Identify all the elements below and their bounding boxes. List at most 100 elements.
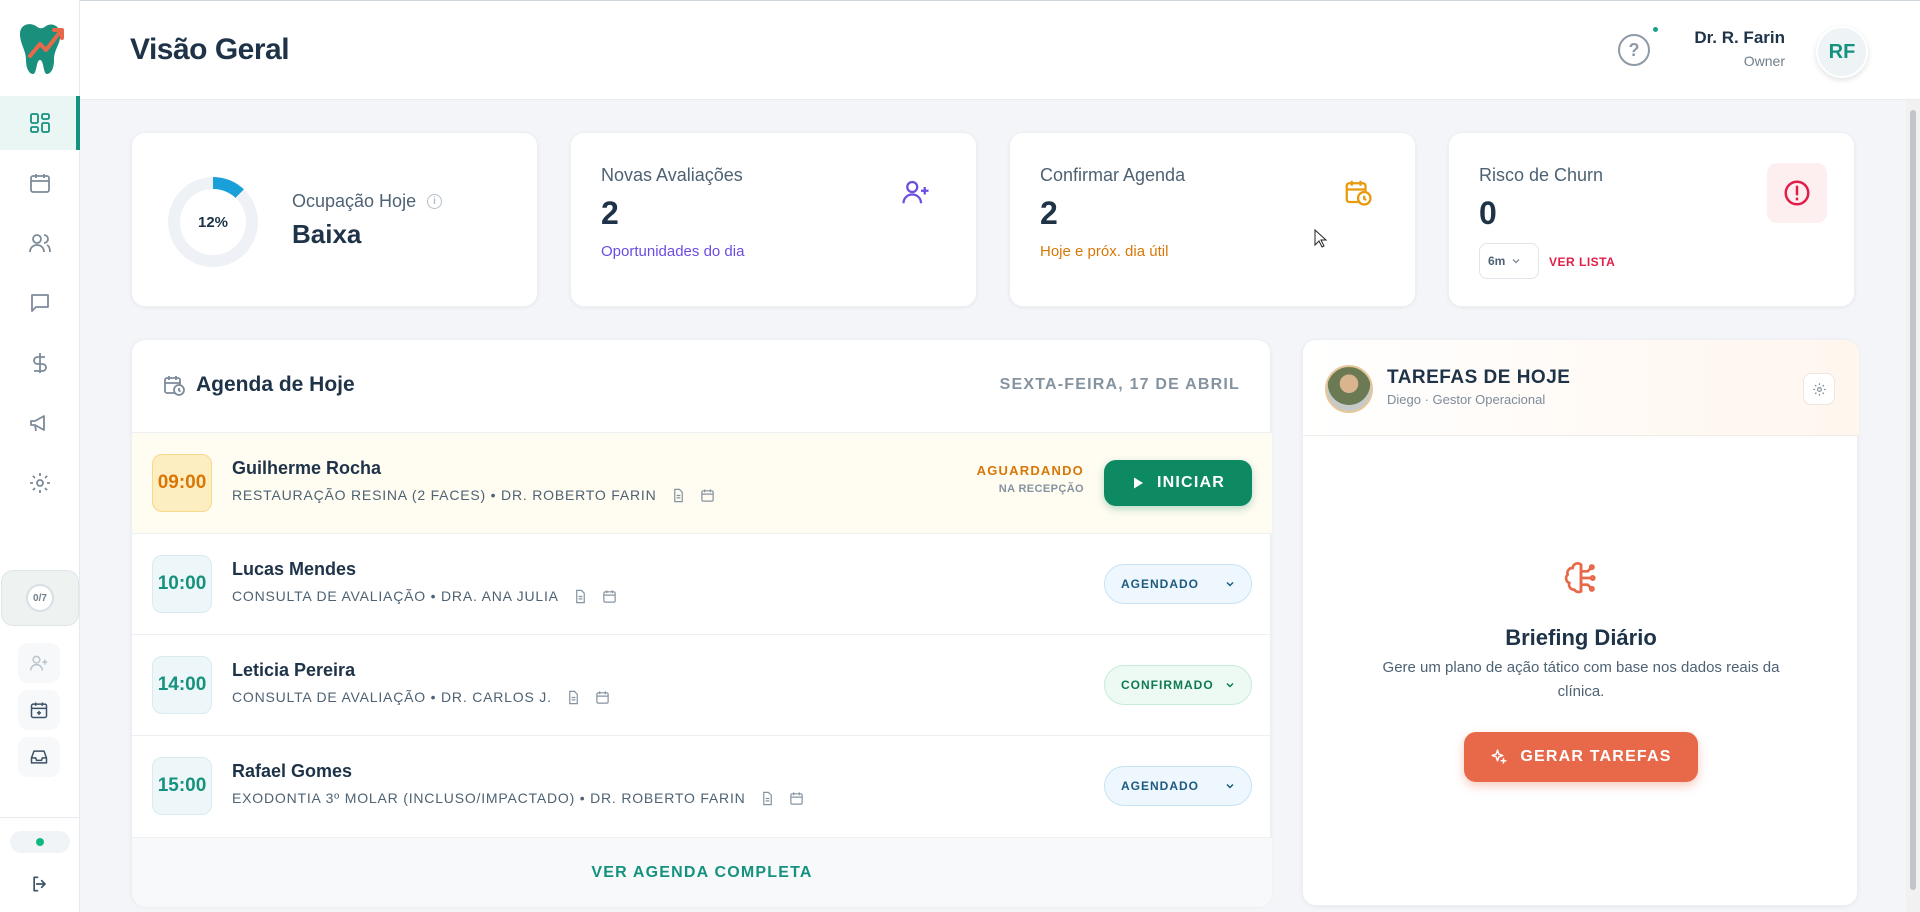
add-patient-button[interactable]	[18, 643, 60, 683]
start-button[interactable]: INICIAR	[1104, 460, 1252, 506]
appointment-details: RESTAURAÇÃO RESINA (2 FACES) • DR. ROBER…	[232, 487, 715, 503]
mouse-cursor-icon	[1314, 229, 1328, 248]
patient-name[interactable]: Lucas Mendes	[232, 559, 356, 580]
chevron-down-icon	[1226, 682, 1234, 688]
user-plus-icon	[29, 655, 48, 671]
calendar-clock-icon	[1345, 180, 1372, 206]
sparkles-icon	[1491, 749, 1507, 764]
chevron-down-icon	[1512, 258, 1520, 264]
view-full-agenda-link[interactable]: VER AGENDA COMPLETA	[132, 837, 1272, 907]
document-icon[interactable]	[566, 690, 581, 705]
status-label: AGENDADO	[1121, 779, 1200, 793]
appointment-details: EXODONTIA 3º MOLAR (INCLUSO/IMPACTADO) •…	[232, 790, 804, 806]
nav-calendar[interactable]	[0, 156, 80, 210]
status-dot-icon	[36, 838, 44, 846]
appointment-time: 09:00	[152, 454, 212, 512]
dollar-icon	[33, 353, 47, 373]
manager-avatar	[1325, 365, 1373, 413]
agenda-card: Agenda de Hoje SEXTA-FEIRA, 17 DE ABRIL …	[131, 339, 1272, 907]
tasks-title: TAREFAS DE HOJE	[1387, 367, 1571, 388]
status-dropdown[interactable]: AGENDADO	[1104, 766, 1252, 806]
brain-icon	[1564, 562, 1596, 594]
view-list-link[interactable]: VER LISTA	[1549, 255, 1615, 269]
calendar-icon[interactable]	[700, 488, 715, 503]
calendar-icon[interactable]	[602, 589, 617, 604]
calendar-clock-icon	[164, 376, 185, 396]
inbox-icon	[30, 750, 48, 764]
nav-settings[interactable]	[0, 456, 80, 510]
user-plus-icon	[902, 180, 929, 204]
status-label: AGENDADO	[1121, 577, 1200, 591]
document-icon[interactable]	[760, 791, 775, 806]
calendar-icon[interactable]	[789, 791, 804, 806]
logout-button[interactable]	[26, 870, 54, 898]
tooth-logo-icon[interactable]	[14, 20, 66, 76]
occupancy-label: Ocupação Hoje	[292, 191, 417, 211]
briefing-text: Gere um plano de ação tático com base no…	[1382, 659, 1780, 700]
calendar-plus-icon	[30, 702, 48, 719]
info-icon[interactable]: i	[427, 194, 442, 209]
status-label: AGUARDANDO	[976, 463, 1084, 478]
progress-ring: 0/7	[26, 584, 54, 612]
start-button-label: INICIAR	[1157, 474, 1225, 491]
tasks-settings-button[interactable]	[1803, 373, 1835, 405]
occupancy-value: Baixa	[292, 219, 362, 249]
chevron-down-icon	[1226, 783, 1234, 789]
appointment-details: CONSULTA DE AVALIAÇÃO • DRA. ANA JULIA	[232, 588, 617, 604]
appointment-row[interactable]: 10:00 Lucas Mendes CONSULTA DE AVALIAÇÃO…	[132, 533, 1272, 634]
help-icon[interactable]: ?	[1618, 34, 1650, 66]
churn-period-select[interactable]: 6m	[1479, 243, 1539, 279]
generate-tasks-label: GERAR TAREFAS	[1520, 748, 1672, 765]
appointment-details: CONSULTA DE AVALIAÇÃO • DR. CARLOS J.	[232, 689, 610, 705]
document-icon[interactable]	[573, 589, 588, 604]
inbox-button[interactable]	[18, 737, 60, 777]
document-icon[interactable]	[671, 488, 686, 503]
patient-name[interactable]: Leticia Pereira	[232, 660, 355, 681]
user-name[interactable]: Dr. R. Farin	[1694, 28, 1785, 48]
megaphone-icon	[30, 415, 45, 432]
avatar[interactable]: RF	[1816, 26, 1868, 78]
sidebar: 0/7	[0, 0, 80, 912]
new-appointment-button[interactable]	[18, 690, 60, 730]
confirm-schedule-sub: Hoje e próx. dia útil	[1040, 243, 1169, 260]
appointment-row[interactable]: 09:00 Guilherme Rocha RESTAURAÇÃO RESINA…	[132, 432, 1272, 533]
status-waiting: AGUARDANDO NA RECEPÇÃO	[977, 463, 1084, 495]
new-evaluations-card[interactable]: Novas Avaliações 2 Oportunidades do dia	[570, 132, 977, 307]
patient-name[interactable]: Rafael Gomes	[232, 761, 352, 782]
nav-patients[interactable]	[0, 216, 80, 270]
chevron-down-icon	[1226, 581, 1234, 587]
alert-icon	[1767, 163, 1827, 223]
occupancy-card: 12% Ocupação Hoje i Baixa	[131, 132, 538, 307]
users-icon	[29, 234, 51, 253]
calendar-icon[interactable]	[595, 690, 610, 705]
onboarding-progress[interactable]: 0/7	[1, 570, 79, 626]
status-dropdown[interactable]: AGENDADO	[1104, 564, 1252, 604]
appointment-row[interactable]: 14:00 Leticia Pereira CONSULTA DE AVALIA…	[132, 634, 1272, 735]
generate-tasks-button[interactable]: GERAR TAREFAS	[1464, 732, 1698, 782]
chat-icon	[31, 294, 49, 312]
churn-period-value: 6m	[1488, 254, 1506, 268]
patient-name[interactable]: Guilherme Rocha	[232, 458, 381, 479]
status-dropdown[interactable]: CONFIRMADO	[1104, 665, 1252, 705]
page-scrollbar[interactable]	[1906, 100, 1920, 912]
new-evaluations-label: Novas Avaliações	[601, 165, 743, 185]
page-title: Visão Geral	[130, 33, 290, 66]
appointment-row[interactable]: 15:00 Rafael Gomes EXODONTIA 3º MOLAR (I…	[132, 735, 1272, 836]
logout-icon	[33, 876, 46, 892]
nav-dashboard[interactable]	[0, 96, 80, 150]
dashboard-icon	[30, 113, 50, 133]
nav-messages[interactable]	[0, 276, 80, 330]
notification-dot	[1651, 25, 1660, 34]
confirm-schedule-value: 2	[1040, 195, 1058, 231]
briefing-title: Briefing Diário	[1505, 625, 1657, 650]
nav-marketing[interactable]	[0, 396, 80, 450]
scrollbar-thumb[interactable]	[1910, 110, 1916, 890]
top-header: Visão Geral ? Dr. R. Farin Owner RF	[80, 0, 1920, 100]
calendar-icon	[30, 174, 50, 193]
nav-finance[interactable]	[0, 336, 80, 390]
status-label: CONFIRMADO	[1121, 678, 1214, 692]
appointment-time: 15:00	[152, 757, 212, 815]
confirm-schedule-card[interactable]: Confirmar Agenda 2 Hoje e próx. dia útil	[1009, 132, 1416, 307]
procedure-text: RESTAURAÇÃO RESINA (2 FACES) • DR. ROBER…	[232, 487, 657, 503]
tasks-header: TAREFAS DE HOJE Diego · Gestor Operacion…	[1303, 340, 1859, 436]
